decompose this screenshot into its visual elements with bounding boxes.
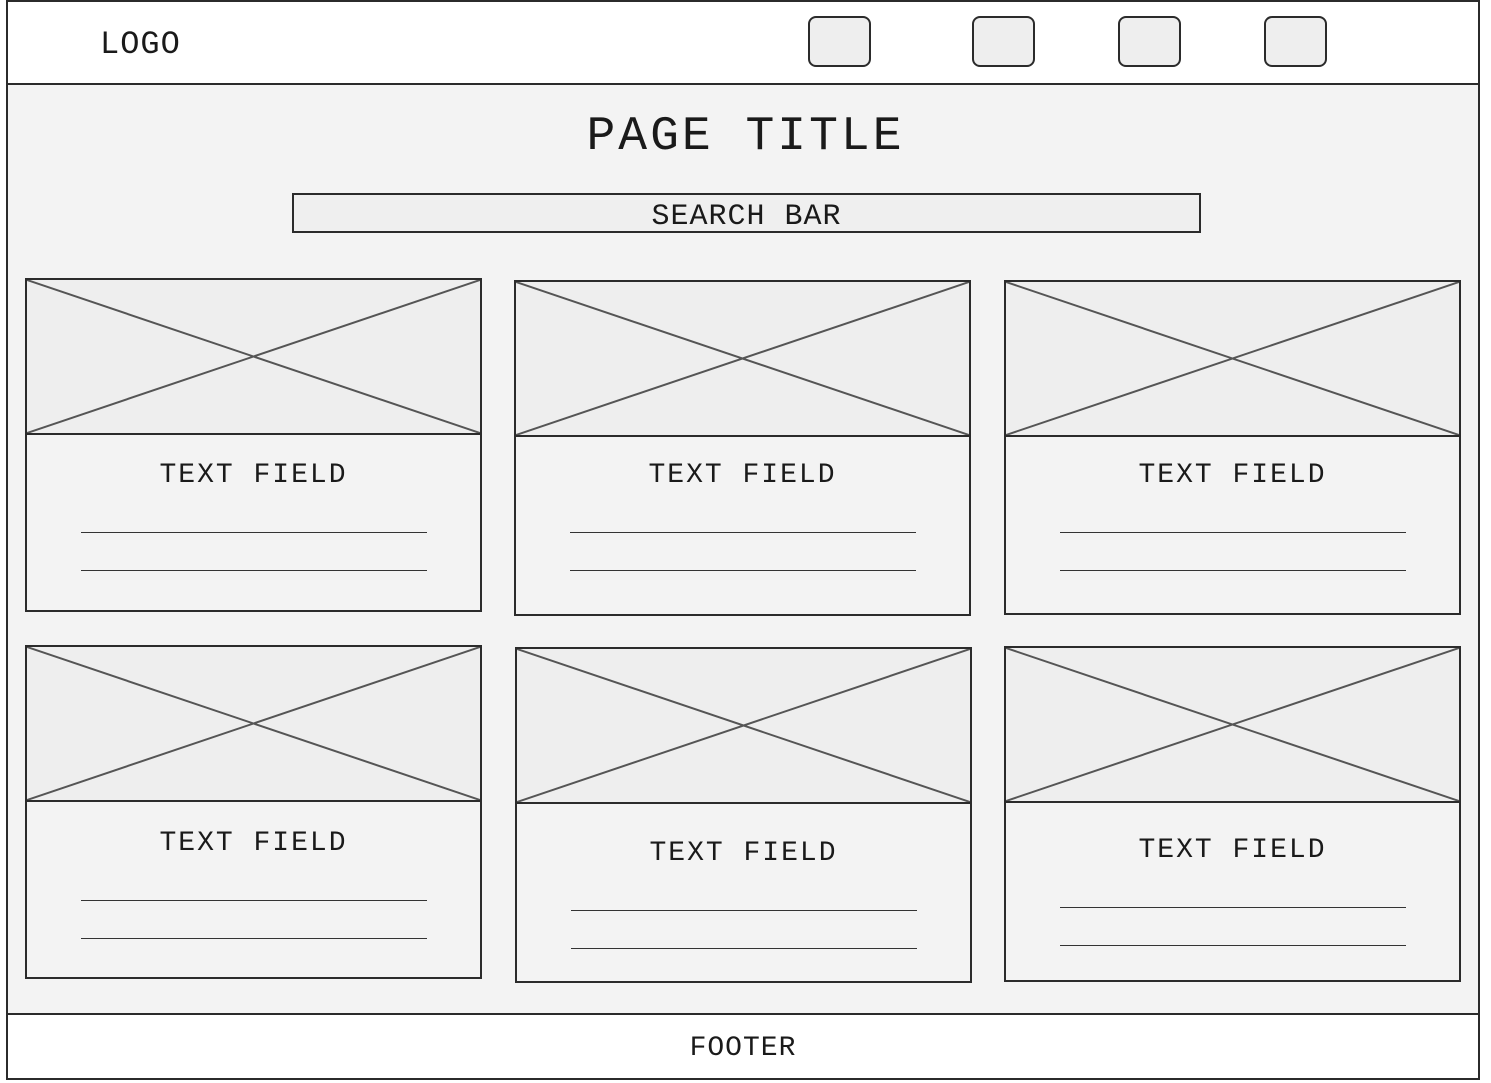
page-title: PAGE TITLE xyxy=(586,110,905,164)
image-placeholder-icon xyxy=(516,282,969,437)
text-line xyxy=(1060,945,1406,946)
text-line xyxy=(1060,570,1406,571)
card-text-field: TEXT FIELD xyxy=(649,838,838,869)
nav-button-2[interactable] xyxy=(972,16,1035,67)
image-placeholder-icon xyxy=(27,647,480,802)
search-bar[interactable]: SEARCH BAR xyxy=(292,193,1201,234)
card-3[interactable]: TEXT FIELD xyxy=(1004,280,1461,615)
nav-button-4[interactable] xyxy=(1264,16,1327,67)
card-1[interactable]: TEXT FIELD xyxy=(25,278,482,612)
text-line xyxy=(81,532,427,533)
card-text-field: TEXT FIELD xyxy=(1138,835,1327,866)
card-2[interactable]: TEXT FIELD xyxy=(514,280,971,616)
image-placeholder-icon xyxy=(27,280,480,435)
text-line xyxy=(1060,907,1406,908)
text-line xyxy=(570,570,916,571)
footer: FOOTER xyxy=(6,1013,1480,1080)
text-line xyxy=(570,532,916,533)
text-line xyxy=(81,570,427,571)
text-line xyxy=(571,948,917,949)
text-line xyxy=(81,938,427,939)
card-text-field: TEXT FIELD xyxy=(1138,460,1327,491)
card-6[interactable]: TEXT FIELD xyxy=(1004,646,1461,982)
card-text-field: TEXT FIELD xyxy=(159,828,348,859)
text-line xyxy=(1060,532,1406,533)
card-text-field: TEXT FIELD xyxy=(648,460,837,491)
card-text-field: TEXT FIELD xyxy=(159,460,348,491)
text-line xyxy=(81,900,427,901)
logo[interactable]: LOGO xyxy=(100,26,181,63)
text-line xyxy=(571,910,917,911)
card-5[interactable]: TEXT FIELD xyxy=(515,647,972,983)
image-placeholder-icon xyxy=(1006,648,1459,803)
card-4[interactable]: TEXT FIELD xyxy=(25,645,482,979)
image-placeholder-icon xyxy=(517,649,970,804)
nav-button-3[interactable] xyxy=(1118,16,1181,67)
image-placeholder-icon xyxy=(1006,282,1459,437)
header: LOGO xyxy=(6,0,1480,85)
nav-button-1[interactable] xyxy=(808,16,871,67)
